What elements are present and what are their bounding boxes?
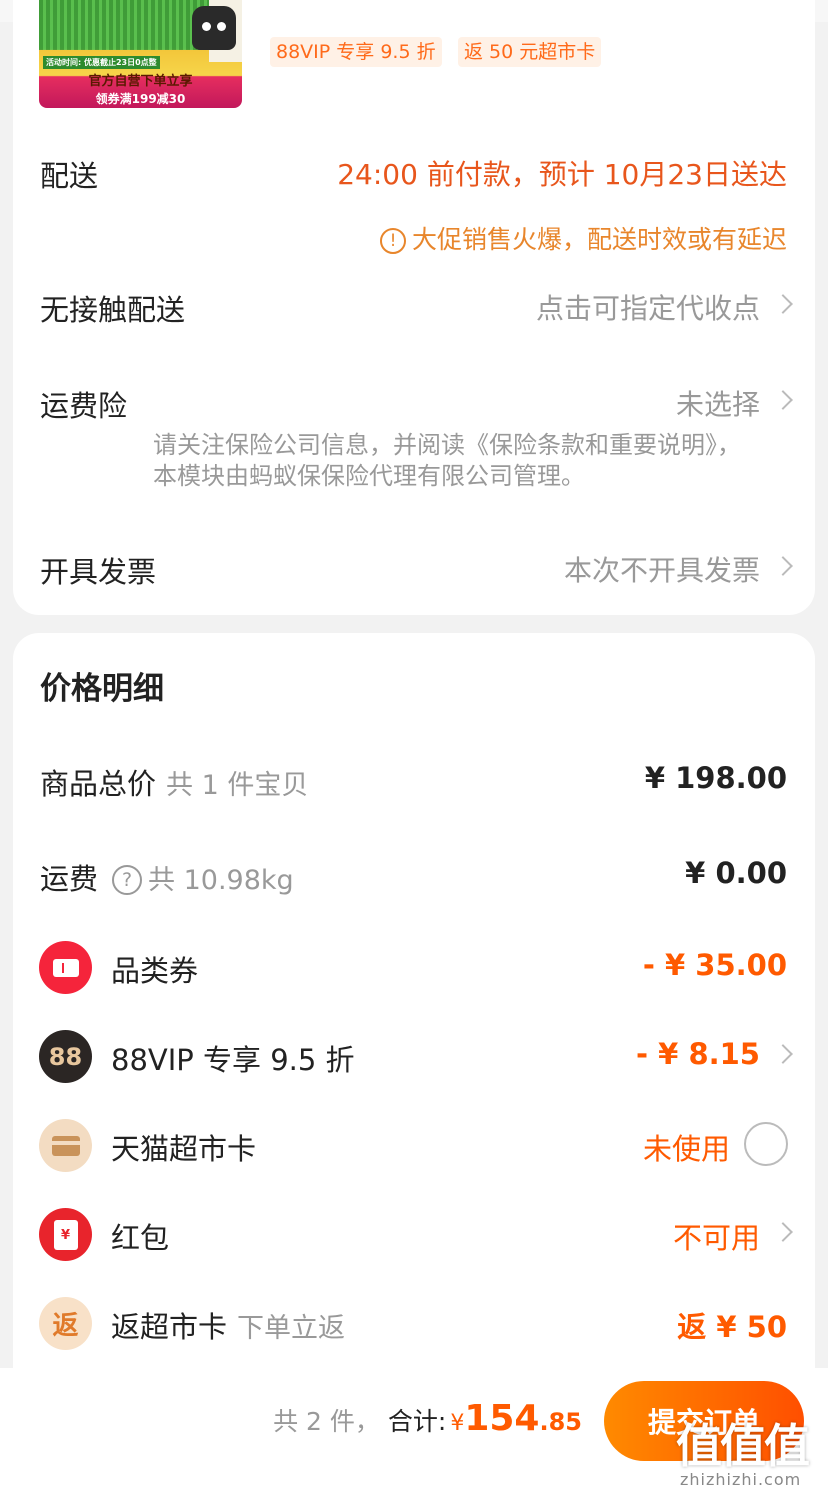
insurance-value: 未选择 — [675, 388, 760, 421]
return-card-label: 返超市卡 下单立返 — [111, 1310, 346, 1344]
delivery-label: 配送 — [40, 159, 99, 193]
goods-total-value: ¥ 198.00 — [644, 761, 787, 795]
item-count: 共 2 件， — [273, 1407, 380, 1436]
red-packet-label: 红包 — [111, 1221, 170, 1255]
contactless-label: 无接触配送 — [40, 293, 186, 327]
coupon-icon — [39, 941, 92, 994]
supermarket-card-status: 未使用 — [642, 1132, 730, 1166]
watermark-logo: 值值值 — [676, 1419, 810, 1473]
goods-total-text: 商品总价 — [40, 767, 157, 801]
return-card-sub: 下单立返 — [237, 1313, 346, 1344]
return-card-value: 返 ¥ 50 — [677, 1310, 787, 1344]
supermarket-card-label: 天猫超市卡 — [111, 1132, 257, 1166]
vip-discount-tag: 88VIP 专享 9.5 折 — [270, 37, 442, 67]
price-detail-card — [13, 633, 815, 1393]
return-icon: 返 — [39, 1297, 92, 1350]
delay-notice: ! 大促销售火爆，配送时效或有延迟 — [379, 220, 787, 256]
insurance-label: 运费险 — [40, 389, 128, 423]
thumb-coupon-line: 领券满199减30 — [95, 92, 186, 106]
shipping-label: 运费 — [40, 862, 99, 896]
invoice-label: 开具发票 — [40, 555, 157, 589]
thumb-promo-line: 官方自营下单立享 — [88, 74, 193, 89]
vip-discount-value: - ¥ 8.15 — [636, 1037, 760, 1071]
contactless-value: 点击可指定代收点 — [535, 292, 760, 325]
goods-count: 共 1 件宝贝 — [166, 770, 309, 801]
goods-total-label: 商品总价共 1 件宝贝 — [40, 761, 308, 803]
exclamation-circle-icon: ! — [379, 228, 406, 254]
red-packet-status: 不可用 — [672, 1221, 760, 1255]
insurance-note: 请关注保险公司信息，并阅读《保险条款和重要说明》，本模块由蚂蚁保保险代理有限公司… — [153, 431, 741, 490]
product-thumbnail[interactable]: 活动时间: 优惠截止23日0点整 官方自营下单立享 领券满199减30 — [39, 0, 242, 108]
total-integer: 154 — [464, 1398, 540, 1439]
total-summary: 共 2 件， 合计: ¥154.85 — [273, 1398, 582, 1439]
total-currency: ¥ — [450, 1411, 465, 1436]
question-circle-icon[interactable]: ? — [112, 865, 143, 895]
total-label: 合计: — [387, 1407, 447, 1436]
price-detail-title: 价格明细 — [40, 671, 164, 707]
shipping-label-row: 运费? 共 10.98kg — [40, 856, 294, 898]
coupon-value: - ¥ 35.00 — [642, 948, 787, 982]
invoice-value: 本次不开具发票 — [563, 554, 760, 587]
delivery-eta: 24:00 前付款，预计 10月23日送达 — [337, 158, 787, 191]
shipping-weight: 共 10.98kg — [148, 865, 294, 896]
vip88-icon: 88 — [39, 1030, 92, 1083]
tmall-cat-icon — [192, 6, 236, 50]
red-packet-icon: ¥ — [39, 1208, 92, 1261]
supermarket-card-icon — [39, 1119, 92, 1172]
thumb-activity-text: 活动时间: 优惠截止23日0点整 — [43, 56, 160, 69]
shipping-value: ¥ 0.00 — [685, 856, 787, 890]
coupon-label: 品类券 — [111, 954, 199, 988]
delay-notice-text: 大促销售火爆，配送时效或有延迟 — [411, 225, 787, 254]
vip-discount-label: 88VIP 专享 9.5 折 — [111, 1043, 355, 1077]
supermarket-card-radio[interactable] — [744, 1122, 788, 1166]
total-decimal: .85 — [539, 1408, 582, 1436]
watermark-url: zhizhizhi.com — [680, 1470, 802, 1489]
cashback-tag: 返 50 元超市卡 — [458, 37, 602, 67]
